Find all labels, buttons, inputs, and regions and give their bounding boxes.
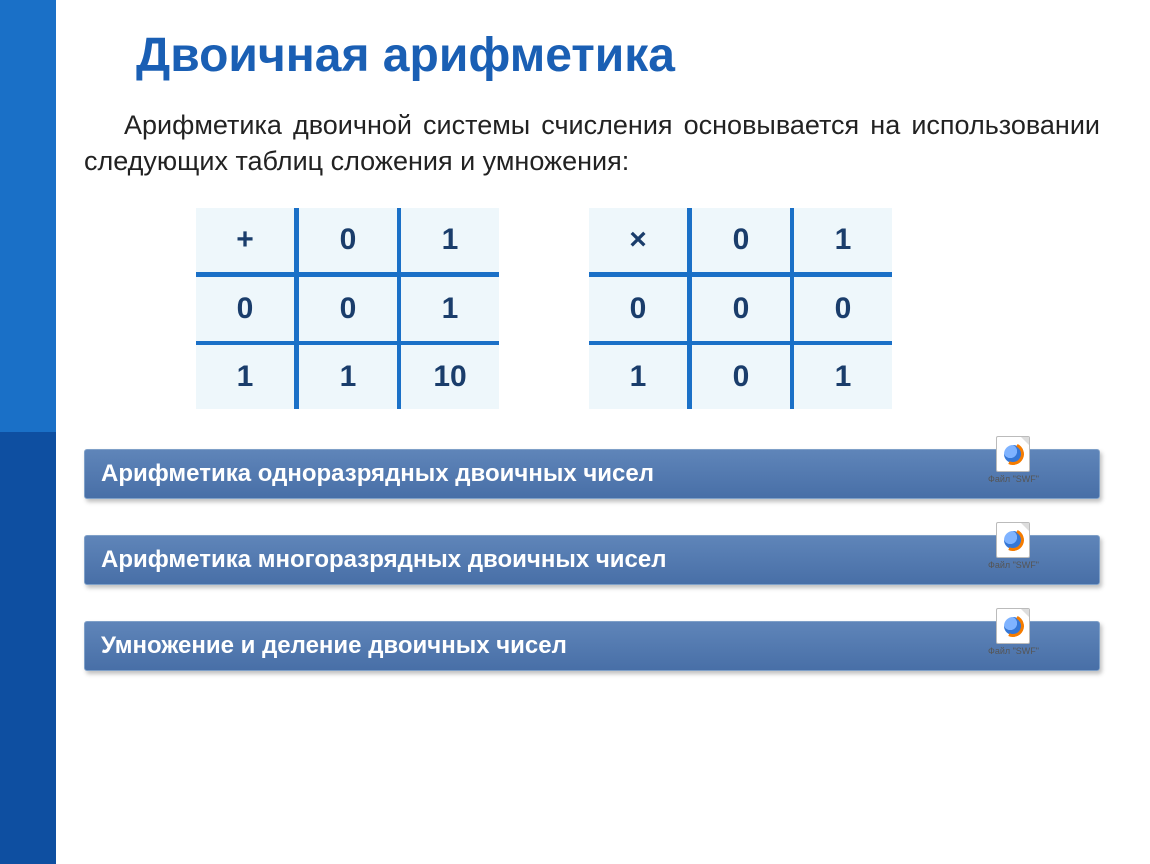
swf-file-icon bbox=[996, 608, 1030, 644]
header-cell: 0 bbox=[297, 208, 400, 275]
slide-content: Двоичная арифметика Арифметика двоичной … bbox=[56, 0, 1150, 864]
row-label: 1 bbox=[589, 343, 690, 409]
file-badge[interactable]: Файл "SWF" bbox=[988, 522, 1039, 570]
data-cell: 0 bbox=[690, 274, 793, 343]
header-cell: 1 bbox=[792, 208, 892, 275]
side-accent-bar bbox=[0, 0, 56, 864]
row-label: 0 bbox=[589, 274, 690, 343]
link-bar-1[interactable]: Арифметика одноразрядных двоичных чисел … bbox=[84, 449, 1100, 499]
data-cell: 0 bbox=[792, 274, 892, 343]
data-cell: 1 bbox=[399, 274, 499, 343]
header-cell: 1 bbox=[399, 208, 499, 275]
file-badge[interactable]: Файл "SWF" bbox=[988, 608, 1039, 656]
data-cell: 1 bbox=[297, 343, 400, 409]
row-label: 1 bbox=[196, 343, 297, 409]
addition-table: + 0 1 0 0 1 1 1 10 bbox=[196, 208, 499, 409]
swf-file-icon bbox=[996, 522, 1030, 558]
link-label: Умножение и деление двоичных чисел bbox=[101, 632, 567, 660]
data-cell: 0 bbox=[690, 343, 793, 409]
file-badge[interactable]: Файл "SWF" bbox=[988, 436, 1039, 484]
file-caption: Файл "SWF" bbox=[988, 646, 1039, 656]
slide-title: Двоичная арифметика bbox=[136, 28, 1150, 83]
file-caption: Файл "SWF" bbox=[988, 560, 1039, 570]
data-cell: 0 bbox=[297, 274, 400, 343]
row-label: 0 bbox=[196, 274, 297, 343]
link-bar-2[interactable]: Арифметика многоразрядных двоичных чисел… bbox=[84, 535, 1100, 585]
tables-row: + 0 1 0 0 1 1 1 10 × 0 1 0 0 bbox=[196, 208, 1150, 409]
link-label: Арифметика одноразрядных двоичных чисел bbox=[101, 460, 654, 488]
header-cell: 0 bbox=[690, 208, 793, 275]
multiplication-table: × 0 1 0 0 0 1 0 1 bbox=[589, 208, 892, 409]
op-cell: × bbox=[589, 208, 690, 275]
link-label: Арифметика многоразрядных двоичных чисел bbox=[101, 546, 666, 574]
op-cell: + bbox=[196, 208, 297, 275]
slide-description: Арифметика двоичной системы счисления ос… bbox=[84, 107, 1100, 180]
swf-file-icon bbox=[996, 436, 1030, 472]
data-cell: 10 bbox=[399, 343, 499, 409]
link-bar-3[interactable]: Умножение и деление двоичных чисел Файл … bbox=[84, 621, 1100, 671]
file-caption: Файл "SWF" bbox=[988, 474, 1039, 484]
data-cell: 1 bbox=[792, 343, 892, 409]
